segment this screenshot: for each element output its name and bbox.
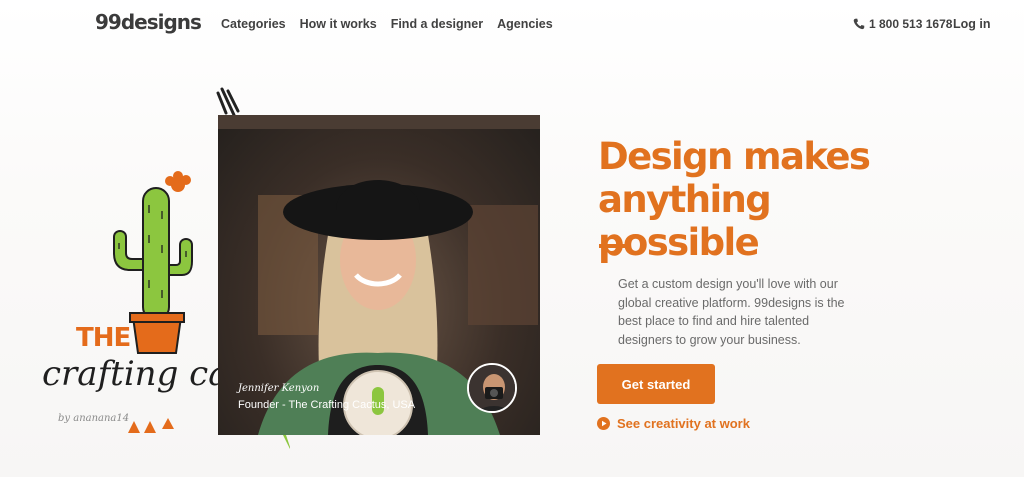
top-navigation: 99designs Categories How it works Find a… <box>0 0 1024 50</box>
nav-how-it-works[interactable]: How it works <box>300 17 377 31</box>
nav-find-a-designer[interactable]: Find a designer <box>391 17 483 31</box>
play-icon <box>597 417 610 430</box>
testimonial-name: Jennifer Kenyon <box>238 383 320 394</box>
main-nav: Categories How it works Find a designer … <box>221 17 567 31</box>
flower-graphic <box>165 171 191 192</box>
nav-categories[interactable]: Categories <box>221 17 286 31</box>
brand-credit: by ananana14 <box>58 413 130 424</box>
phone-link[interactable]: 1 800 513 1678 <box>853 17 952 31</box>
testimonial-role: Founder - The Crafting Cactus, USA <box>238 399 416 411</box>
login-link[interactable]: Log in <box>953 17 991 31</box>
get-started-button[interactable]: Get started <box>597 364 715 404</box>
brand-the-text: THE <box>76 323 131 353</box>
brand-script-text: crafting cac <box>42 354 248 394</box>
phone-number: 1 800 513 1678 <box>869 17 953 31</box>
phone-icon <box>853 18 865 30</box>
headline-divider <box>599 244 627 248</box>
designer-avatar[interactable] <box>467 363 517 413</box>
nav-agencies[interactable]: Agencies <box>497 17 553 31</box>
hero-headline: Design makes anything possible <box>598 135 871 264</box>
hero-subcopy: Get a custom design you'll love with our… <box>618 277 845 347</box>
see-creativity-label: See creativity at work <box>617 416 750 431</box>
logo[interactable]: 99designs <box>95 10 202 34</box>
see-creativity-link[interactable]: See creativity at work <box>597 416 750 431</box>
